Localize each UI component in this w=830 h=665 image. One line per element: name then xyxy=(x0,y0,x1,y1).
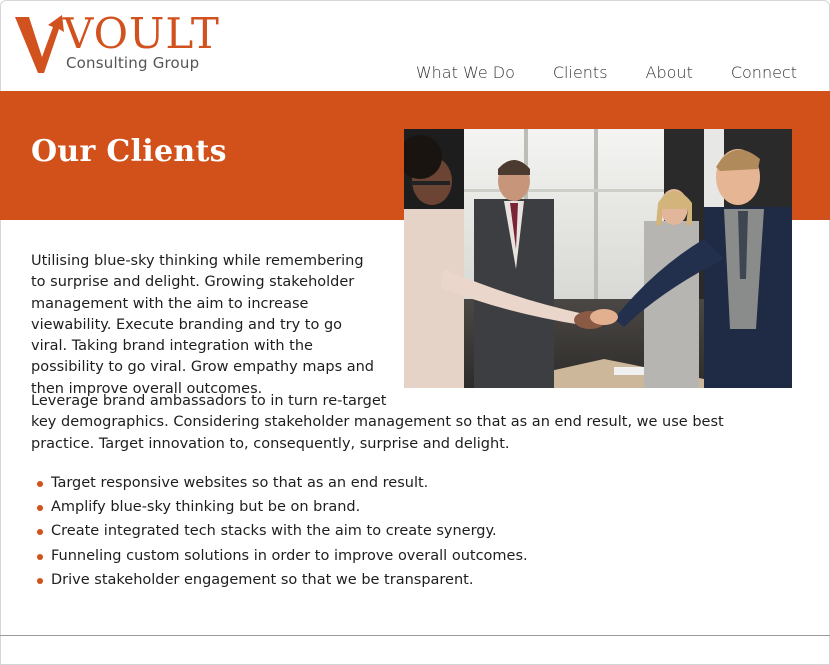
main-nav: What We Do Clients About Connect xyxy=(416,63,797,82)
brand-tagline: Consulting Group xyxy=(66,54,200,72)
handshake-photo-illustration xyxy=(404,129,792,388)
list-item-text: Target responsive websites so that as an… xyxy=(51,475,429,491)
benefits-list: Target responsive websites so that as an… xyxy=(31,471,528,592)
list-item: Amplify blue-sky thinking but be on bran… xyxy=(31,495,528,519)
bullet-dot-icon xyxy=(37,481,43,487)
nav-what-we-do[interactable]: What We Do xyxy=(416,63,515,82)
list-item-text: Create integrated tech stacks with the a… xyxy=(51,523,497,540)
bullet-dot-icon xyxy=(37,529,43,536)
footer-divider xyxy=(0,635,830,636)
hero-photo xyxy=(404,129,792,388)
bullet-dot-icon xyxy=(37,505,43,512)
list-item-text: Amplify blue-sky thinking but be on bran… xyxy=(51,499,361,516)
list-item: Create integrated tech stacks with the a… xyxy=(31,519,528,543)
list-item: Target responsive websites so that as an… xyxy=(31,471,528,495)
second-paragraph-line1: Leverage brand ambassadors to in turn re… xyxy=(31,393,387,409)
bullet-dot-icon xyxy=(37,577,43,584)
brand-wordmark: VOULT xyxy=(63,9,220,58)
intro-paragraph: Utilising blue-sky thinking while rememb… xyxy=(31,253,375,397)
page-title: Our Clients xyxy=(31,134,227,169)
site-header: VOULT Consulting Group What We Do Client… xyxy=(0,0,830,91)
nav-clients[interactable]: Clients xyxy=(553,63,608,82)
list-item: Funneling custom solutions in order to i… xyxy=(31,544,528,568)
list-item: Drive stakeholder engagement so that we … xyxy=(31,568,528,592)
list-item-text: Funneling custom solutions in order to i… xyxy=(51,547,528,564)
list-item-text: Drive stakeholder engagement so that we … xyxy=(51,571,474,588)
nav-about[interactable]: About xyxy=(646,63,693,82)
brand-logo[interactable]: VOULT Consulting Group xyxy=(15,13,219,75)
nav-connect[interactable]: Connect xyxy=(731,63,797,82)
second-paragraph-rest: key demographics. Considering stakeholde… xyxy=(31,414,724,452)
second-paragraph: Leverage brand ambassadors to in turn re… xyxy=(31,391,791,455)
bullet-dot-icon xyxy=(37,553,43,560)
